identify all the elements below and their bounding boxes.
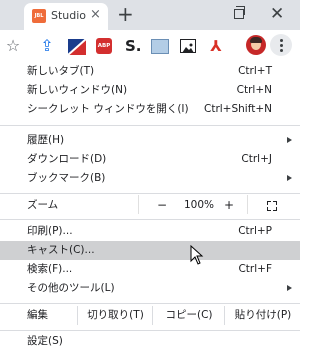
jbl-favicon-icon: JBL: [32, 9, 46, 23]
zoom-in-button[interactable]: +: [224, 196, 234, 215]
menu-item-cast[interactable]: キャスト(C)...: [0, 241, 300, 260]
zoom-label: ズーム: [27, 199, 59, 211]
cut-button[interactable]: 切り取り(T): [77, 306, 153, 325]
menu-item-label: その他のツール(L): [27, 282, 115, 294]
zoom-level: 100%: [184, 199, 215, 211]
browser-tab[interactable]: JBL Studio ×: [24, 3, 108, 30]
submenu-arrow-icon: [287, 285, 292, 291]
menu-item-label: 新しいタブ(T): [27, 65, 95, 77]
menu-item-shortcut: Ctrl+P: [238, 225, 272, 237]
menu-item-print[interactable]: 印刷(P)... Ctrl+P: [0, 222, 300, 241]
adblock-plus-icon[interactable]: ABP: [96, 38, 112, 54]
menu-item-label: キャスト(C)...: [27, 244, 95, 256]
profile-avatar[interactable]: [246, 35, 266, 55]
edit-label: 編集: [27, 309, 48, 321]
chrome-menu-button[interactable]: [270, 34, 292, 56]
menu-item-label: ブックマーク(B): [27, 172, 106, 184]
menu-item-bookmarks[interactable]: ブックマーク(B): [0, 169, 300, 188]
menu-item-label: 新しいウィンドウ(N): [27, 84, 128, 96]
menu-item-label: 検索(F)...: [27, 263, 73, 275]
menu-item-edit: 編集 切り取り(T) コピー(C) 貼り付け(P): [0, 306, 300, 325]
menu-item-downloads[interactable]: ダウンロード(D) Ctrl+J: [0, 150, 300, 169]
tab-close-icon[interactable]: ×: [90, 7, 101, 22]
menu-separator: [0, 219, 300, 220]
mouse-cursor-icon: [190, 245, 204, 265]
menu-item-shortcut: Ctrl+F: [238, 263, 272, 275]
menu-item-find[interactable]: 検索(F)... Ctrl+F: [0, 260, 300, 279]
zoom-out-button[interactable]: −: [157, 196, 167, 215]
menu-item-history[interactable]: 履歴(H): [0, 131, 300, 150]
menu-separator: [0, 193, 300, 194]
s-extension-icon[interactable]: S.: [125, 37, 142, 55]
menu-item-more-tools[interactable]: その他のツール(L): [0, 279, 300, 298]
submenu-arrow-icon: [287, 175, 292, 181]
menu-item-label: 印刷(P)...: [27, 225, 73, 237]
menu-separator: [0, 125, 300, 126]
menu-item-incognito[interactable]: シークレット ウィンドウを開く(I) Ctrl+Shift+N: [0, 100, 300, 119]
menu-item-shortcut: Ctrl+Shift+N: [204, 103, 272, 115]
menu-item-label: ダウンロード(D): [27, 153, 107, 165]
avatar-hair: [250, 37, 262, 43]
menu-item-settings[interactable]: 設定(S): [0, 332, 300, 351]
menu-item-shortcut: Ctrl+T: [238, 65, 272, 77]
window-close-button[interactable]: ✕: [270, 2, 284, 26]
submenu-arrow-icon: [287, 137, 292, 143]
new-tab-button[interactable]: +: [117, 2, 134, 26]
bookmark-star-icon[interactable]: ☆: [4, 37, 22, 55]
menu-item-label: シークレット ウィンドウを開く(I): [27, 103, 189, 115]
window-restore-icon[interactable]: [234, 6, 245, 19]
menu-item-label: 設定(S): [27, 335, 63, 347]
tab-title: Studio: [51, 9, 87, 22]
fullscreen-icon[interactable]: [267, 201, 277, 211]
menu-item-new-window[interactable]: 新しいウィンドウ(N) Ctrl+N: [0, 81, 300, 100]
tab-strip: JBL Studio × + ✕: [0, 0, 300, 30]
acrobat-pdf-icon[interactable]: ⅄: [207, 37, 225, 55]
menu-separator: [0, 330, 300, 331]
chrome-main-menu: 新しいタブ(T) Ctrl+T 新しいウィンドウ(N) Ctrl+N シークレッ…: [0, 62, 300, 349]
flag-extension-icon[interactable]: [68, 39, 86, 55]
copy-button[interactable]: コピー(C): [152, 306, 225, 325]
browser-toolbar: ☆ ⇪ ABP S. ⅄: [0, 30, 300, 63]
menu-item-new-tab[interactable]: 新しいタブ(T) Ctrl+T: [0, 62, 300, 81]
screenshot-extension-icon[interactable]: [151, 39, 169, 54]
menu-separator: [0, 303, 300, 304]
menu-item-zoom: ズーム − 100% +: [0, 195, 300, 215]
image-extension-icon[interactable]: [180, 39, 196, 53]
menu-item-label: 履歴(H): [27, 134, 65, 146]
paste-button[interactable]: 貼り付け(P): [224, 306, 301, 325]
share-extension-icon[interactable]: ⇪: [38, 37, 56, 55]
menu-item-shortcut: Ctrl+J: [241, 153, 272, 165]
menu-item-shortcut: Ctrl+N: [236, 84, 272, 96]
